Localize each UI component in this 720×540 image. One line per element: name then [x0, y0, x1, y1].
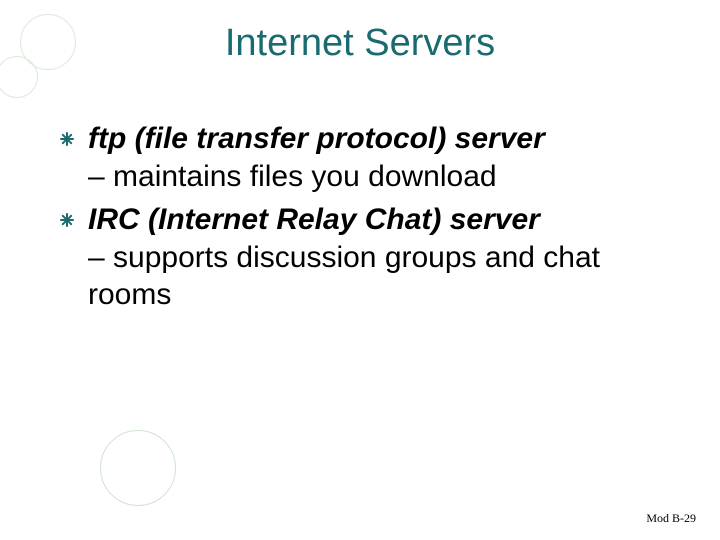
decor-circle-icon — [100, 430, 176, 506]
list-item-row: ftp (file transfer protocol) server — [60, 120, 680, 158]
item-description: – supports discussion groups and chat ro… — [88, 239, 680, 314]
item-term: ftp (file transfer protocol) server — [88, 120, 545, 158]
list-item: ftp (file transfer protocol) server – ma… — [60, 120, 680, 195]
slide-footer: Mod B-29 — [646, 511, 696, 526]
slide: Internet Servers ftp (file transfer prot… — [0, 0, 720, 540]
item-description: – maintains files you download — [88, 158, 680, 196]
list-item: IRC (Internet Relay Chat) server – suppo… — [60, 201, 680, 314]
slide-title: Internet Servers — [0, 22, 720, 65]
item-term: IRC (Internet Relay Chat) server — [88, 201, 540, 239]
slide-content: ftp (file transfer protocol) server – ma… — [60, 120, 680, 320]
asterisk-bullet-icon — [60, 213, 74, 227]
list-item-row: IRC (Internet Relay Chat) server — [60, 201, 680, 239]
asterisk-bullet-icon — [60, 132, 74, 146]
